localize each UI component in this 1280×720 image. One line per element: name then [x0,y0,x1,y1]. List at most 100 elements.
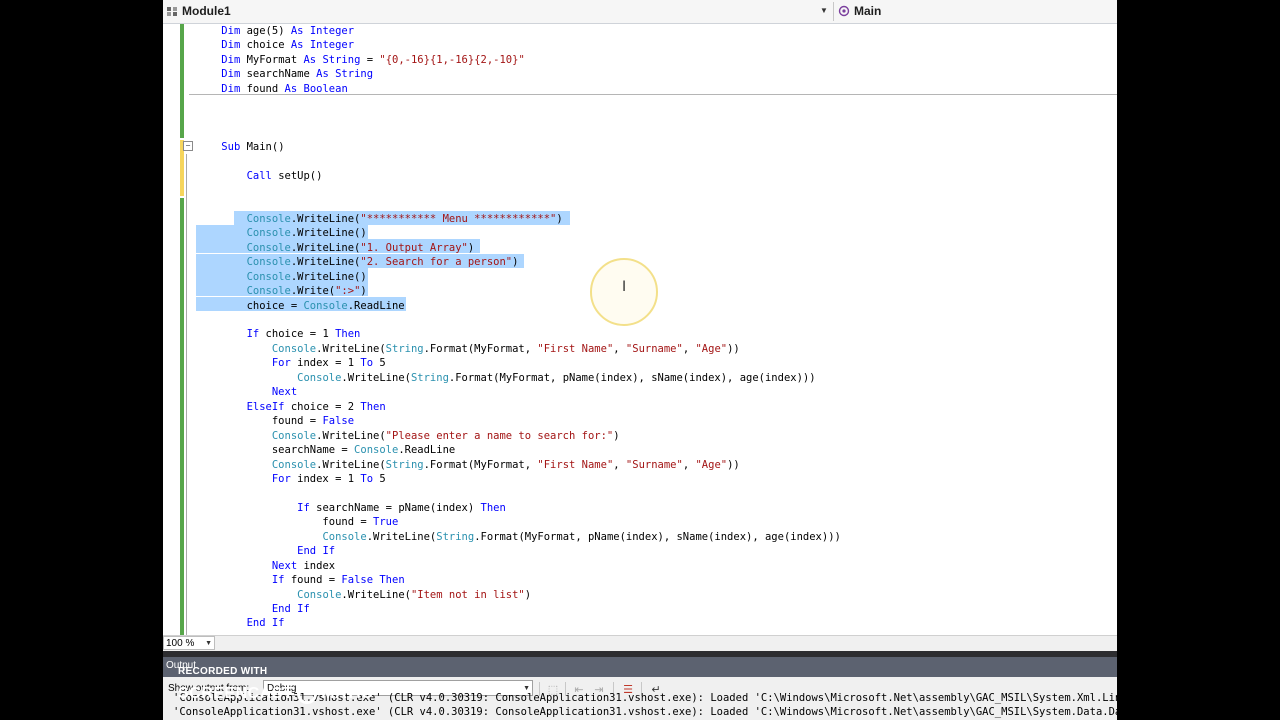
keyword-token: As [303,53,317,66]
type-token: Console [246,285,291,298]
collapse-toggle-icon[interactable]: − [183,141,193,151]
code-line[interactable]: Next index [196,559,335,574]
code-line[interactable]: End If [196,544,335,559]
chevron-down-icon[interactable]: ▼ [819,4,829,18]
code-line[interactable]: Dim searchName As String [196,67,373,82]
code-token: .WriteLine( [316,429,386,442]
code-line[interactable]: Console.WriteLine("*********** Menu ****… [196,212,563,227]
code-token: found = [196,415,323,428]
code-token: ) [524,588,532,601]
string-token: "1. Output Array" [360,241,468,254]
string-token: "Surname" [625,458,683,471]
code-line[interactable]: If choice = 1 Then [196,327,361,342]
keyword-token: If [246,328,260,341]
zoom-dropdown[interactable]: 100 % ▼ [163,636,215,650]
code-line[interactable]: Sub Main() [196,140,285,155]
code-line[interactable]: ElseIf choice = 2 Then [196,400,386,415]
type-token: Console [246,270,291,283]
vs-code-editor-window: Module1 ▼ Main − Dim age(5) As Integer D… [163,0,1117,720]
code-token: )) [727,458,740,471]
code-line[interactable]: Console.WriteLine(String.Format(MyFormat… [196,530,840,545]
code-line[interactable]: Call setUp() [196,169,323,184]
code-line[interactable]: Console.WriteLine("2. Search for a perso… [196,255,519,270]
type-dropdown[interactable]: Module1 ▼ [165,3,833,19]
code-token: ) [613,429,620,442]
code-token: MyFormat [240,53,304,66]
code-line[interactable]: If found = False Then [196,573,405,588]
code-line[interactable]: Console.WriteLine() [196,270,367,285]
code-line[interactable]: Console.WriteLine("Please enter a name t… [196,429,620,444]
type-token: Console [271,342,317,355]
code-line[interactable]: found = True [196,515,398,530]
code-token: .WriteLine( [316,458,386,471]
code-line[interactable]: End If [196,616,285,631]
code-line[interactable]: Console.WriteLine("Item not in list") [196,588,531,603]
code-line[interactable]: Dim found As Boolean [196,82,347,97]
keyword-token: Dim [221,53,241,66]
code-token: Main() [240,140,285,153]
code-line[interactable]: choice = Console.ReadLine [196,299,405,314]
keyword-token: Integer [309,25,355,37]
type-token: String [436,530,475,543]
code-token: found [240,82,285,95]
code-token: .Format(MyFormat, [423,342,538,355]
member-dropdown[interactable]: Main [837,3,1115,19]
code-token: choice = [196,299,304,312]
code-token: searchName = [196,444,355,457]
code-line[interactable]: Next [196,385,297,400]
code-token: .WriteLine( [290,212,361,225]
code-line[interactable]: Console.WriteLine(String.Format(MyFormat… [196,371,815,386]
code-line[interactable]: End If [196,602,310,617]
code-token: ) [512,256,519,269]
chevron-down-icon[interactable]: ▼ [205,637,212,651]
code-line[interactable]: Console.WriteLine("1. Output Array") [196,241,475,256]
code-line[interactable]: found = False [196,414,354,429]
code-editor[interactable]: − Dim age(5) As Integer Dim choice As In… [163,24,1117,635]
zoom-value: 100 % [166,638,195,649]
keyword-token: If [271,574,285,587]
code-line[interactable]: Dim MyFormat As String = "{0,-16}{1,-16}… [196,53,524,68]
code-line[interactable]: For index = 1 To 5 [196,356,386,371]
code-line[interactable]: Console.WriteLine(String.Format(MyFormat… [196,458,740,473]
change-marker-saved [180,198,184,635]
code-token: found = [196,516,374,529]
type-token: String [410,371,449,384]
keyword-token: Dim [221,82,241,95]
code-token: , [682,342,696,355]
code-token: .Write( [290,285,336,298]
output-line: 'ConsoleApplication31.vshost.exe' (CLR v… [173,706,1117,718]
keyword-token: Dim [221,25,241,37]
string-token: "2. Search for a person" [360,256,513,269]
keyword-token: End If [246,617,285,630]
code-line[interactable]: Console.WriteLine() [196,226,367,241]
keyword-token: For [271,472,291,485]
string-token: "Surname" [625,342,683,355]
keyword-token: End If [297,545,336,558]
code-line[interactable]: Console.Write(":>") [196,284,367,299]
keyword-token: As [316,68,329,81]
code-line[interactable]: Dim age(5) As Integer [196,24,354,39]
keyword-token: True [373,516,399,529]
code-line[interactable]: Dim choice As Integer [196,38,354,53]
code-line[interactable]: If searchName = pName(index) Then [196,501,506,516]
code-token: ) [467,241,475,254]
code-line[interactable]: For index = 1 To 5 [196,472,386,487]
code-line[interactable]: searchName = Console.ReadLine [196,443,455,458]
type-token: Console [246,256,291,269]
code-line[interactable]: Console.WriteLine(String.Format(MyFormat… [196,342,740,357]
string-token: "Please enter a name to search for:" [385,429,614,442]
code-token: .WriteLine( [366,530,437,543]
